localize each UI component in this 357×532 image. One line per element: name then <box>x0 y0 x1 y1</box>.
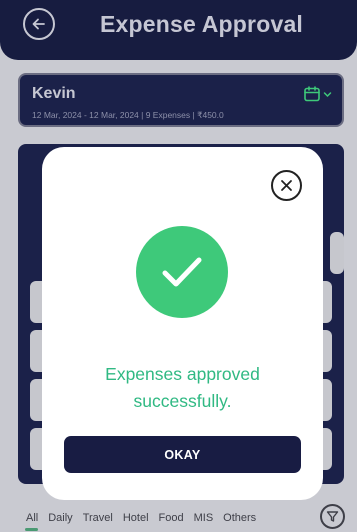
success-dialog: Expenses approved successfully. OKAY <box>42 147 323 500</box>
success-badge <box>136 226 228 318</box>
okay-button[interactable]: OKAY <box>64 436 301 473</box>
close-icon <box>281 180 292 191</box>
success-message-line2: successfully. <box>133 391 232 411</box>
success-message: Expenses approved successfully. <box>42 361 323 415</box>
checkmark-icon <box>162 257 202 287</box>
success-message-line1: Expenses approved <box>105 364 260 384</box>
close-button[interactable] <box>271 170 302 201</box>
